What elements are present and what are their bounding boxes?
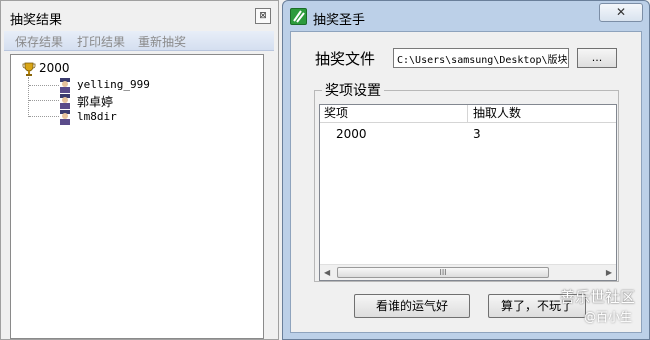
print-result-button[interactable]: 打印结果 xyxy=(77,33,125,50)
user-icon xyxy=(60,78,70,93)
prize-settings-title: 奖项设置 xyxy=(322,80,384,100)
browse-button[interactable]: ... xyxy=(577,48,617,68)
tree-connector xyxy=(29,116,59,117)
result-window-title: 抽奖结果 xyxy=(10,13,63,28)
user-icon xyxy=(60,94,70,109)
draw-lottery-button[interactable]: 看谁的运气好 xyxy=(354,294,470,318)
scroll-right-icon[interactable]: ▶ xyxy=(606,268,612,277)
tree-connector xyxy=(28,77,29,117)
user-icon xyxy=(60,110,70,125)
close-icon[interactable]: ⊠ xyxy=(255,8,271,24)
tree-child-item[interactable]: lm8dir xyxy=(77,110,117,123)
close-button[interactable]: ✕ xyxy=(599,3,643,22)
tree-child-item[interactable]: yelling_999 xyxy=(77,78,150,91)
save-result-button[interactable]: 保存结果 xyxy=(15,33,63,50)
redraw-button[interactable]: 重新抽奖 xyxy=(138,33,186,50)
horizontal-scrollbar[interactable]: ◀ III ▶ xyxy=(320,264,616,280)
result-tree: 2000 yelling_999 郭卓婷 lm8dir xyxy=(10,54,264,339)
result-window-titlebar: 抽奖结果 ⊠ xyxy=(1,1,278,31)
result-toolbar: 保存结果 打印结果 重新抽奖 xyxy=(4,31,274,51)
prize-list[interactable]: 奖项 抽取人数 2000 3 ◀ III ▶ xyxy=(319,104,617,281)
app-icon xyxy=(290,8,307,25)
result-window: 抽奖结果 ⊠ 保存结果 打印结果 重新抽奖 2000 yelling_999 郭… xyxy=(0,0,279,340)
column-header-count[interactable]: 抽取人数 xyxy=(469,105,616,123)
tree-root-item[interactable]: 2000 xyxy=(39,61,70,75)
scroll-left-icon[interactable]: ◀ xyxy=(324,268,330,277)
watermark-site: 善乐世社区 xyxy=(560,288,636,306)
watermark-handle: @百小生 xyxy=(584,310,633,324)
lottery-window-title: 抽奖圣手 xyxy=(313,13,366,28)
prize-list-header: 奖项 抽取人数 xyxy=(320,105,616,123)
prize-cell[interactable]: 2000 xyxy=(336,127,367,141)
file-path-field[interactable]: C:\Users\samsung\Desktop\版块 xyxy=(393,48,569,68)
column-header-prize[interactable]: 奖项 xyxy=(320,105,468,123)
tree-connector xyxy=(29,85,59,86)
tree-connector xyxy=(29,100,59,101)
file-label: 抽奖文件 xyxy=(315,50,376,68)
scroll-thumb[interactable]: III xyxy=(337,267,549,278)
tree-child-item[interactable]: 郭卓婷 xyxy=(77,93,113,110)
count-cell[interactable]: 3 xyxy=(473,127,481,141)
trophy-icon xyxy=(22,62,36,76)
